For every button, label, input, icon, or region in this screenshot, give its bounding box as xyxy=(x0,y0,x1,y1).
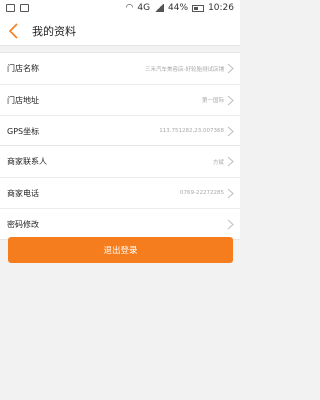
merchant-phone-label: 商家电话 xyxy=(7,188,39,198)
merchant-phone-value: 0769-22272285 xyxy=(180,190,224,196)
chevron-left-icon xyxy=(8,22,18,39)
network-label: 4G xyxy=(137,3,151,13)
gps-value: 113.751282,23.007368 xyxy=(159,128,224,134)
store-address-value: 第一国际 xyxy=(201,98,224,104)
battery-percent: 44% xyxy=(168,3,189,13)
chevron-right-icon xyxy=(227,219,234,230)
store-name-value: 三禾汽车美容店-好轮胎测试店铺 xyxy=(145,66,224,73)
store-info-group: 门店名称 三禾汽车美容店-好轮胎测试店铺 门店地址 第一国际 GPS坐标 113… xyxy=(0,52,240,147)
notification-icon xyxy=(6,4,15,12)
gps-row[interactable]: GPS坐标 113.751282,23.007368 xyxy=(0,115,240,146)
contact-person-label: 商家联系人 xyxy=(7,157,47,166)
merchant-phone-row[interactable]: 商家电话 0769-22272285 xyxy=(0,177,240,208)
chevron-right-icon xyxy=(227,95,234,106)
back-button[interactable] xyxy=(0,16,28,46)
image-icon xyxy=(20,4,29,12)
gps-label: GPS坐标 xyxy=(7,126,40,136)
change-password-label: 密码修改 xyxy=(7,219,39,229)
battery-icon xyxy=(192,4,205,12)
chevron-right-icon xyxy=(227,156,234,167)
change-password-row[interactable]: 密码修改 xyxy=(0,208,240,239)
store-address-row[interactable]: 门店地址 第一国际 xyxy=(0,84,240,115)
store-address-label: 门店地址 xyxy=(7,95,39,105)
app-header: 我的资料 xyxy=(0,16,240,46)
contact-person-value: 方斌 xyxy=(212,159,224,166)
signal-icon xyxy=(154,4,165,12)
clock: 10:26 xyxy=(208,3,234,13)
contact-person-row[interactable]: 商家联系人 方斌 xyxy=(0,146,240,177)
store-name-row[interactable]: 门店名称 三禾汽车美容店-好轮胎测试店铺 xyxy=(0,53,240,84)
logout-button[interactable]: 退出登录 xyxy=(8,237,233,263)
chevron-right-icon xyxy=(227,126,234,137)
chevron-right-icon xyxy=(227,188,234,199)
wifi-icon: ◠ xyxy=(125,3,134,13)
merchant-info-group: 商家联系人 方斌 商家电话 0769-22272285 密码修改 xyxy=(0,145,240,240)
store-name-label: 门店名称 xyxy=(7,64,39,73)
status-bar: ◠ 4G 44% 10:26 xyxy=(0,0,240,16)
page-title: 我的资料 xyxy=(32,24,76,38)
chevron-right-icon xyxy=(227,63,234,74)
